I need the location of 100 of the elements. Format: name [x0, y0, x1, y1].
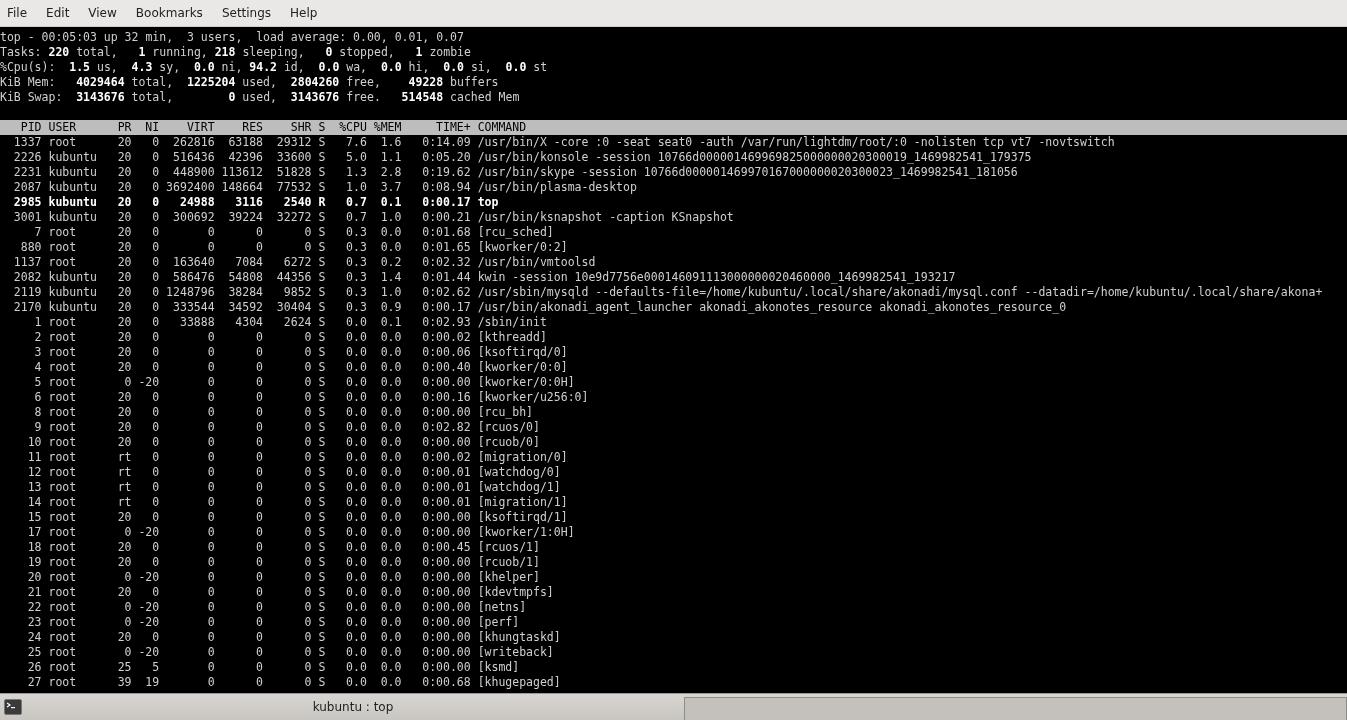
table-cell-text: 3	[33, 345, 42, 360]
table-cell-text: 0.0	[379, 630, 402, 645]
table-cell-text: 516436	[172, 150, 215, 165]
table-cell-text: 0	[206, 495, 215, 510]
table-cell-text: 448900	[172, 165, 215, 180]
table-cell-text: 0	[303, 600, 312, 615]
table-cell-text: root	[48, 585, 78, 600]
table-cell-text: 0:00.00	[421, 600, 471, 615]
table-cell-text: 54808	[227, 270, 264, 285]
table-cell-text: 0	[206, 375, 215, 390]
table-cell-text: 0	[151, 495, 160, 510]
table-cell-text: 0	[151, 165, 160, 180]
table-cell-text: 0:00.00	[421, 405, 471, 420]
table-cell-text: 0	[206, 600, 215, 615]
table-cell-text: 22	[26, 600, 42, 615]
table-cell-text: 0:00.01	[421, 495, 471, 510]
table-cell-text: 0:00.00	[421, 615, 471, 630]
table-cell-text: root	[48, 510, 78, 525]
table-cell-text: S	[317, 615, 326, 630]
table-cell-text: 0	[151, 315, 160, 330]
table-cell-text: root	[48, 360, 78, 375]
table-cell-text: S	[317, 675, 326, 690]
table-cell-text: 2170	[12, 300, 42, 315]
table-cell-text: root	[48, 450, 78, 465]
table-cell-text: 0	[255, 330, 264, 345]
table-cell: [rcuob/1]	[477, 555, 540, 570]
table-cell: [ksoftirqd/1]	[477, 510, 568, 525]
table-cell-text: 0	[303, 390, 312, 405]
table-cell-text: 0:00.02	[421, 450, 471, 465]
table-cell-text: S	[317, 495, 326, 510]
table-cell-text: -20	[137, 645, 160, 660]
table-cell-text: 24988	[178, 195, 215, 210]
table-cell-text: 39	[116, 675, 132, 690]
table-cell-text: rt	[116, 495, 132, 510]
table-cell-text: 20	[116, 255, 132, 270]
column-header: VIRT	[185, 120, 215, 135]
table-cell-text: 0	[303, 645, 312, 660]
table-cell-text: root	[48, 420, 78, 435]
column-header: %MEM	[372, 120, 402, 135]
table-cell-text: 0.0	[345, 585, 367, 600]
table-cell-text: 20	[116, 585, 132, 600]
table-cell-text: 29312	[275, 135, 312, 150]
table-cell-text: 1.1	[379, 150, 402, 165]
table-cell-text: S	[317, 540, 326, 555]
table-cell-text: S	[317, 180, 326, 195]
table-cell-text: 0	[151, 330, 160, 345]
table-cell-text: -20	[137, 570, 160, 585]
table-cell-text: 4	[33, 360, 42, 375]
table-cell-text: 0	[151, 450, 160, 465]
table-cell-text: 0:01.65	[421, 240, 471, 255]
table-cell-text: 0:02.62	[421, 285, 471, 300]
table-cell-text: rt	[116, 465, 132, 480]
table-cell-text: 20	[116, 225, 132, 240]
tab[interactable]: kubuntu : top	[22, 700, 684, 714]
table-cell-text: 0	[255, 480, 264, 495]
table-cell-text: 0.0	[345, 450, 367, 465]
table-cell-text: 0.3	[345, 270, 367, 285]
table-cell-text: 0	[255, 405, 264, 420]
table-cell-text: 1	[33, 315, 42, 330]
menu-item[interactable]: Settings	[217, 6, 287, 20]
table-cell-text: 0	[151, 225, 160, 240]
table-cell-text: 0	[303, 405, 312, 420]
table-cell-text: 20	[116, 330, 132, 345]
column-header: COMMAND	[477, 120, 527, 135]
table-cell-text: 20	[116, 195, 132, 210]
table-cell-text: 0:00.00	[421, 630, 471, 645]
table-cell-text: 0	[206, 390, 215, 405]
table-cell-text: S	[317, 600, 326, 615]
table-cell-text: 0	[151, 300, 160, 315]
table-cell-text: root	[48, 315, 78, 330]
menu-item[interactable]: Help	[286, 6, 333, 20]
table-cell-text: 0.0	[379, 450, 402, 465]
table-cell: [rcu_bh]	[477, 405, 533, 420]
table-cell-text: 0.0	[379, 465, 402, 480]
table-cell-text: kubuntu	[48, 195, 98, 210]
table-cell-text: 0.0	[379, 405, 402, 420]
table-cell-text: 2087	[12, 180, 42, 195]
menu-item[interactable]: View	[84, 6, 132, 20]
table-cell-text: 0:00.21	[421, 210, 471, 225]
menu-item[interactable]: Edit	[42, 6, 85, 20]
table-cell-text: 113612	[220, 165, 264, 180]
menu-item[interactable]: File	[7, 6, 43, 20]
table-cell-text: S	[317, 345, 326, 360]
column-header: PR	[116, 120, 132, 135]
table-cell-text: 0.3	[345, 255, 367, 270]
table-cell-text: S	[317, 525, 326, 540]
table-cell-text: 0.0	[345, 345, 367, 360]
table-cell-text: root	[48, 630, 78, 645]
table-cell-text: 0.0	[345, 615, 367, 630]
menu-item[interactable]: Bookmarks	[131, 6, 218, 20]
table-cell-text: 2624	[282, 315, 312, 330]
table-cell: [kworker/0:0]	[477, 360, 568, 375]
table-cell-text: 0	[255, 675, 264, 690]
table-cell-text: 300692	[172, 210, 215, 225]
table-cell-text: 0	[303, 585, 312, 600]
terminal-icon[interactable]	[4, 699, 22, 715]
table-cell-text: 1.6	[379, 135, 402, 150]
table-cell-text: 333544	[172, 300, 215, 315]
table-cell-text: 20	[116, 405, 132, 420]
table-cell-text: 0.0	[345, 525, 367, 540]
